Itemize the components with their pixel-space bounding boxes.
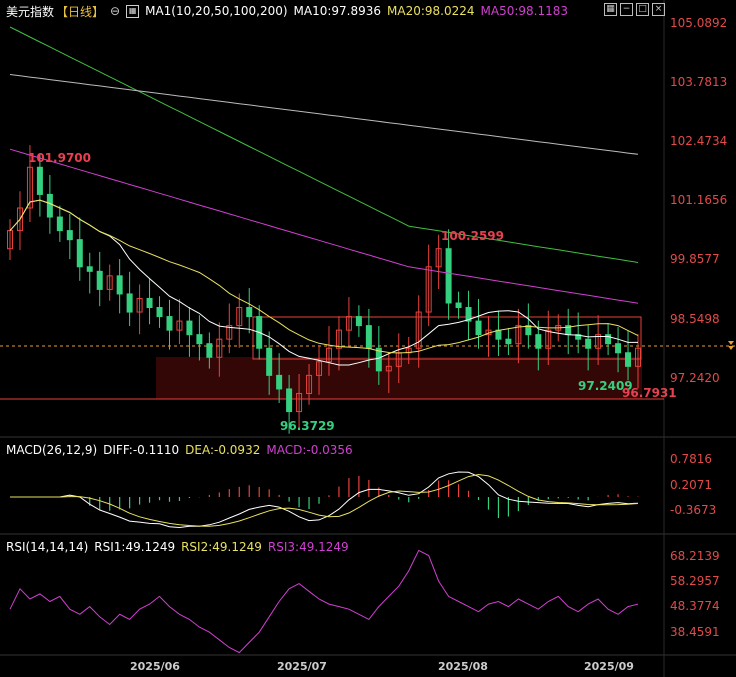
symbol-title: 美元指数	[6, 4, 55, 19]
macd-axis-1: 0.7816	[670, 452, 712, 466]
candle-body	[505, 338, 512, 345]
candle-body	[186, 320, 193, 336]
candle-body	[286, 388, 293, 413]
close-icon[interactable]: ×	[652, 3, 665, 16]
price-axis-3: 102.4734	[670, 134, 728, 148]
price-axis-4: 101.1656	[670, 193, 728, 207]
x-axis-label-2: 2025/07	[277, 660, 327, 673]
candle-body	[66, 230, 73, 241]
low-annotation-3: 96.7931	[622, 386, 677, 400]
ma50-line	[9, 148, 639, 304]
candle-body	[266, 347, 273, 376]
candle-body	[585, 338, 592, 349]
price-axis-6: 98.5498	[670, 312, 720, 326]
candle-body	[445, 248, 452, 304]
candle-body	[146, 297, 153, 309]
candle-body	[56, 216, 63, 232]
candle-body	[276, 374, 283, 390]
macd-macd: MACD:-0.0356	[266, 443, 353, 457]
candle-body	[625, 352, 632, 367]
high-annotation-2: 100.2599	[441, 229, 505, 243]
collapse-icon[interactable]: ⊖	[110, 4, 120, 18]
rsi1-value: RSI1:49.1249	[94, 540, 176, 554]
rsi-axis-1: 68.2139	[670, 549, 720, 563]
macd-label: MACD(26,12,9)	[6, 443, 98, 457]
rsi2-value: RSI2:49.1249	[181, 540, 262, 554]
macd-diff-line	[10, 471, 639, 529]
candle-body	[355, 316, 362, 327]
candle-body	[156, 307, 163, 318]
moving-average-lines	[9, 26, 639, 366]
rsi-line	[9, 549, 639, 654]
pane-settings-icon[interactable]: ▦	[604, 3, 617, 16]
maximize-icon[interactable]: □	[636, 3, 649, 16]
rsi-axis-3: 48.3774	[670, 599, 720, 613]
rsi-axis-2: 58.2957	[670, 574, 720, 588]
macd-diff: DIFF:-0.1110	[103, 443, 180, 457]
ma10-line	[9, 199, 638, 366]
ma100-line	[9, 26, 639, 263]
x-axis-label-4: 2025/09	[584, 660, 634, 673]
rsi-axis-4: 38.4591	[670, 625, 720, 639]
candle-body	[475, 320, 482, 336]
main-header: 美元指数 【日线】 ⊖ ▦ MA1(10,20,50,100,200) MA10…	[6, 2, 574, 20]
current-price-marker-icon	[728, 341, 734, 345]
low-annotation-1: 96.3729	[280, 419, 335, 433]
ma20-value: MA20:98.0224	[387, 4, 475, 18]
candle-body	[96, 270, 103, 290]
macd-dea: DEA:-0.0932	[185, 443, 261, 457]
candle-body	[246, 307, 253, 318]
macd-axis-3: -0.3673	[670, 503, 717, 517]
candle-body	[86, 266, 93, 272]
ma50-value: MA50:98.1183	[480, 4, 569, 18]
candle-body	[36, 166, 43, 195]
ma-params: MA1(10,20,50,100,200)	[145, 4, 288, 18]
candle-body	[535, 334, 542, 349]
macd-header: MACD(26,12,9) DIFF:-0.1110 DEA:-0.0932 M…	[6, 441, 359, 459]
rsi3-value: RSI3:49.1249	[267, 540, 349, 554]
chart-canvas[interactable]	[0, 0, 736, 677]
rsi-header: RSI(14,14,14) RSI1:49.1249 RSI2:49.1249 …	[6, 538, 355, 556]
candle-body	[495, 329, 502, 340]
candle-body	[46, 193, 53, 218]
macd-axis-2: 0.2071	[670, 478, 712, 492]
candle-body	[615, 343, 622, 354]
price-axis-5: 99.8577	[670, 252, 720, 266]
candle-body	[116, 275, 123, 295]
ma200-line	[9, 74, 639, 155]
candle-body	[196, 334, 203, 345]
candle-body	[76, 239, 83, 268]
rsi-label: RSI(14,14,14)	[6, 540, 89, 554]
candle-body	[525, 325, 532, 336]
settings-icon[interactable]: ▦	[126, 4, 140, 18]
candle-body	[166, 316, 173, 331]
x-axis-label-3: 2025/08	[438, 660, 488, 673]
price-axis-2: 103.7813	[670, 75, 728, 89]
candle-body	[206, 343, 213, 358]
period-label[interactable]: 【日线】	[56, 3, 104, 20]
candle-body	[126, 293, 133, 313]
candle-body	[365, 325, 372, 349]
price-axis-7: 97.2420	[670, 371, 720, 385]
macd-pane	[10, 471, 639, 529]
price-axis-1: 105.0892	[670, 16, 728, 30]
candle-body	[455, 302, 462, 309]
high-annotation-1: 101.9700	[28, 151, 92, 165]
range-box	[252, 316, 642, 360]
macd-dea-line	[10, 473, 639, 527]
current-price-marker-lower-icon	[728, 346, 734, 350]
ma10-value: MA10:97.8936	[293, 4, 382, 18]
x-axis-label-1: 2025/06	[130, 660, 180, 673]
rsi-pane	[9, 549, 639, 654]
minimize-icon[interactable]: −	[620, 3, 633, 16]
